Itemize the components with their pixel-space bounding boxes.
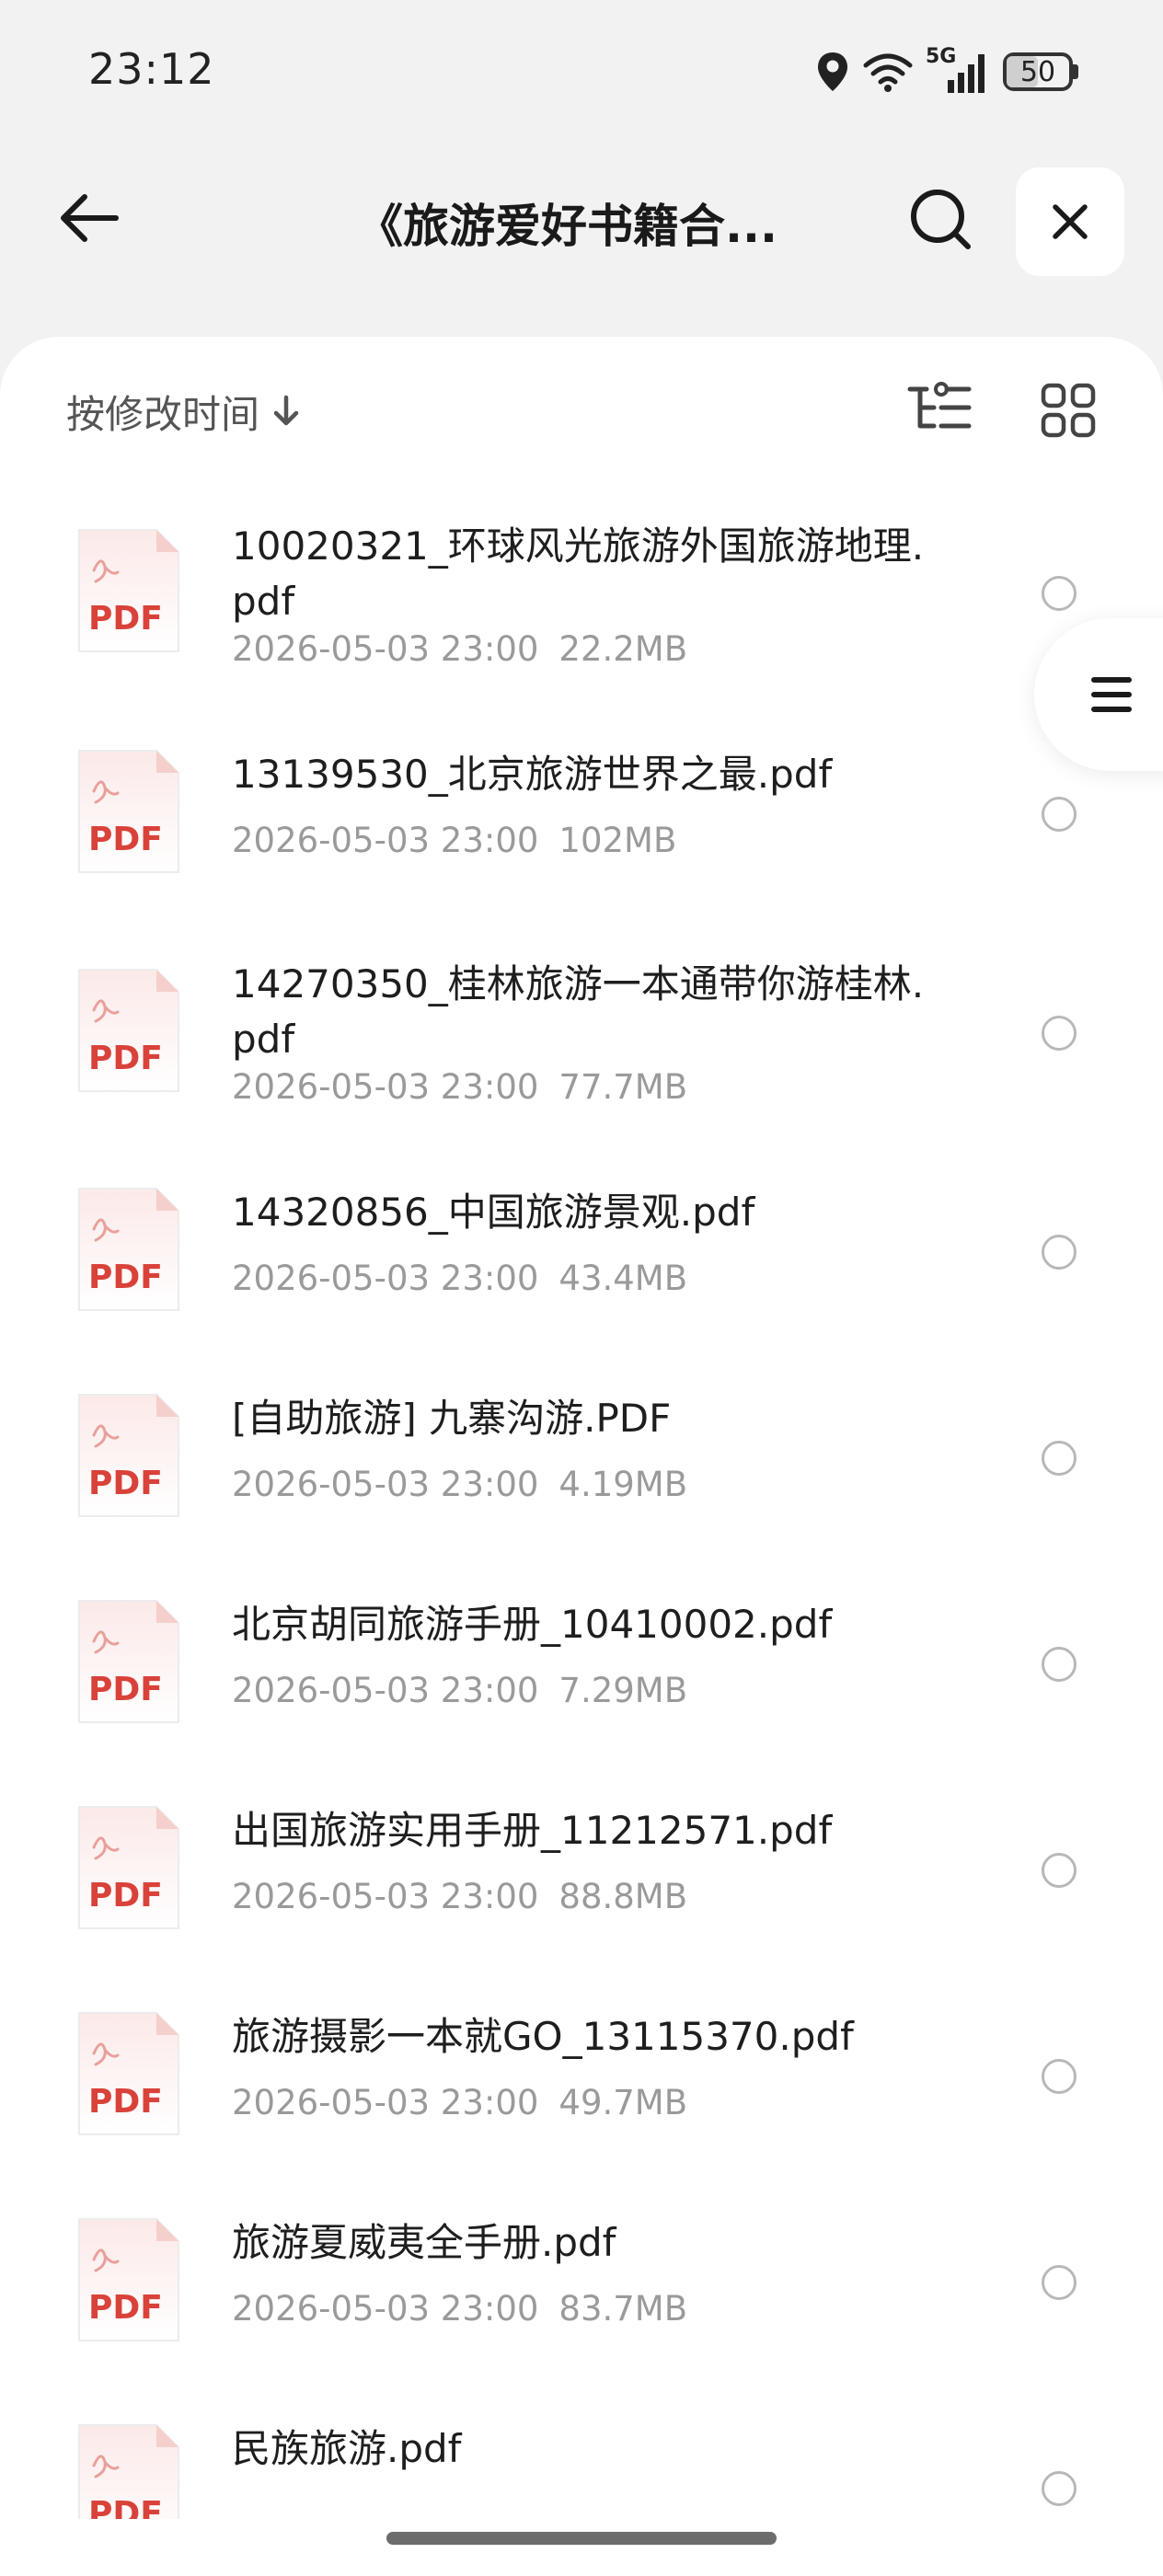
menu-icon xyxy=(1091,677,1132,712)
file-date: 2026-05-03 23:00 xyxy=(232,1259,539,1298)
select-radio[interactable] xyxy=(1042,1853,1077,1888)
pdf-icon-label: PDF xyxy=(88,1671,163,1708)
pdf-icon-label: PDF xyxy=(88,1877,163,1915)
file-meta: 2026-05-03 23:00 43.4MB xyxy=(232,1259,687,1298)
file-date: 2026-05-03 23:00 xyxy=(232,629,539,669)
file-name: 出国旅游实用手册_11212571.pdf xyxy=(232,1808,833,1853)
signal-icon: 5G xyxy=(926,45,990,95)
file-list: PDF 10020321_环球风光旅游外国旅游地理.pdf 2026-05-03 2… xyxy=(0,337,1163,2576)
battery-icon: 50 xyxy=(1003,52,1078,91)
file-date: 2026-05-03 23:00 xyxy=(232,1877,539,1916)
select-radio[interactable] xyxy=(1042,2471,1077,2506)
file-name: 北京胡同旅游手册_10410002.pdf xyxy=(232,1602,833,1647)
status-time: 23:12 xyxy=(88,44,215,94)
close-icon xyxy=(1053,204,1088,239)
back-arrow-icon xyxy=(61,194,119,242)
file-date: 2026-05-03 23:00 xyxy=(232,1671,539,1710)
status-bar: 23:12 5G 50 xyxy=(0,0,1163,138)
file-size: 4.19MB xyxy=(558,1465,688,1504)
pdf-file-icon: PDF xyxy=(74,2215,182,2344)
file-date: 2026-05-03 23:00 xyxy=(232,2083,539,2122)
pdf-icon-label: PDF xyxy=(88,600,163,638)
pdf-file-icon: PDF xyxy=(74,1391,182,1520)
pdf-file-icon: PDF xyxy=(74,1185,182,1314)
select-radio[interactable] xyxy=(1042,1441,1077,1476)
file-name: 13139530_北京旅游世界之最.pdf xyxy=(232,752,833,797)
status-icons: 5G 50 xyxy=(815,44,1078,99)
file-name: 14270350_桂林旅游一本通带你游桂林.pdf xyxy=(232,961,925,1062)
file-meta: 2026-05-03 23:00 83.7MB xyxy=(232,2289,687,2329)
file-date: 2026-05-03 23:00 xyxy=(232,821,539,860)
battery-body: 50 xyxy=(1003,52,1073,91)
file-meta: 2026-05-03 23:00 4.19MB xyxy=(232,1465,687,1504)
select-radio[interactable] xyxy=(1042,1235,1077,1270)
search-button[interactable] xyxy=(898,177,983,261)
pdf-icon-label: PDF xyxy=(88,2289,163,2327)
pdf-icon-label: PDF xyxy=(88,2083,163,2121)
file-date: 2026-05-03 23:00 xyxy=(232,1465,539,1504)
file-size: 88.8MB xyxy=(558,1877,688,1916)
pdf-file-icon: PDF xyxy=(74,1597,182,1726)
close-button[interactable] xyxy=(1016,167,1124,276)
file-meta: 2026-05-03 23:00 7.29MB xyxy=(232,1671,687,1710)
file-name: 旅游摄影一本就GO_13115370.pdf xyxy=(232,2014,854,2059)
file-meta: 2026-05-03 23:00 102MB xyxy=(232,821,676,860)
pdf-icon-label: PDF xyxy=(88,821,163,858)
pdf-file-icon: PDF xyxy=(74,1803,182,1932)
select-radio[interactable] xyxy=(1042,576,1077,611)
page-title: 《旅游爱好书籍合... xyxy=(357,200,777,253)
file-name: 旅游夏威夷全手册.pdf xyxy=(232,2220,616,2265)
select-radio[interactable] xyxy=(1042,1016,1077,1051)
pdf-icon-label: PDF xyxy=(88,1040,163,1077)
file-name: 10020321_环球风光旅游外国旅游地理.pdf xyxy=(232,523,925,624)
file-size: 43.4MB xyxy=(558,1259,688,1298)
pdf-icon-label: PDF xyxy=(88,2495,163,2519)
battery-tip xyxy=(1073,64,1078,79)
file-date: 2026-05-03 23:00 xyxy=(232,2289,539,2329)
file-size: 83.7MB xyxy=(558,2289,688,2329)
file-size: 22.2MB xyxy=(558,629,688,669)
pdf-file-icon: PDF xyxy=(74,526,182,655)
select-radio[interactable] xyxy=(1042,797,1077,832)
select-radio[interactable] xyxy=(1042,2059,1077,2094)
file-name: 14320856_中国旅游景观.pdf xyxy=(232,1190,755,1235)
file-meta: 2026-05-03 23:00 22.2MB xyxy=(232,629,687,669)
file-list-sheet: 按修改时间 PDF 10020321_环球风光旅游外国旅游地理.pdf 2026-0… xyxy=(0,337,1163,2576)
back-button[interactable] xyxy=(48,177,131,259)
pdf-file-icon: PDF xyxy=(74,747,182,876)
file-size: 7.29MB xyxy=(558,1671,688,1710)
select-radio[interactable] xyxy=(1042,1647,1077,1682)
file-size: 102MB xyxy=(558,821,677,860)
file-date: 2026-05-03 23:00 xyxy=(232,1067,539,1107)
select-radio[interactable] xyxy=(1042,2265,1077,2300)
file-meta: 2026-05-03 23:00 77.7MB xyxy=(232,1067,687,1107)
pdf-file-icon: PDF xyxy=(74,966,182,1095)
file-meta: 2026-05-03 23:00 88.8MB xyxy=(232,1877,687,1916)
file-name: 民族旅游.pdf xyxy=(232,2426,462,2471)
file-meta: 2026-05-03 23:00 49.7MB xyxy=(232,2083,687,2122)
file-name: [自助旅游] 九寨沟游.PDF xyxy=(232,1396,672,1441)
file-size: 49.7MB xyxy=(558,2083,688,2122)
location-icon xyxy=(818,52,847,91)
home-indicator[interactable] xyxy=(386,2532,777,2545)
wifi-icon xyxy=(863,53,913,92)
pdf-file-icon: PDF xyxy=(74,2421,182,2519)
file-size: 77.7MB xyxy=(558,1067,688,1107)
battery-level: 50 xyxy=(1019,55,1056,88)
pdf-file-icon: PDF xyxy=(74,2009,182,2138)
pdf-icon-label: PDF xyxy=(88,1259,163,1296)
pdf-icon-label: PDF xyxy=(88,1465,163,1502)
title-bar: 《旅游爱好书籍合... xyxy=(0,156,1163,285)
search-icon xyxy=(911,190,971,249)
